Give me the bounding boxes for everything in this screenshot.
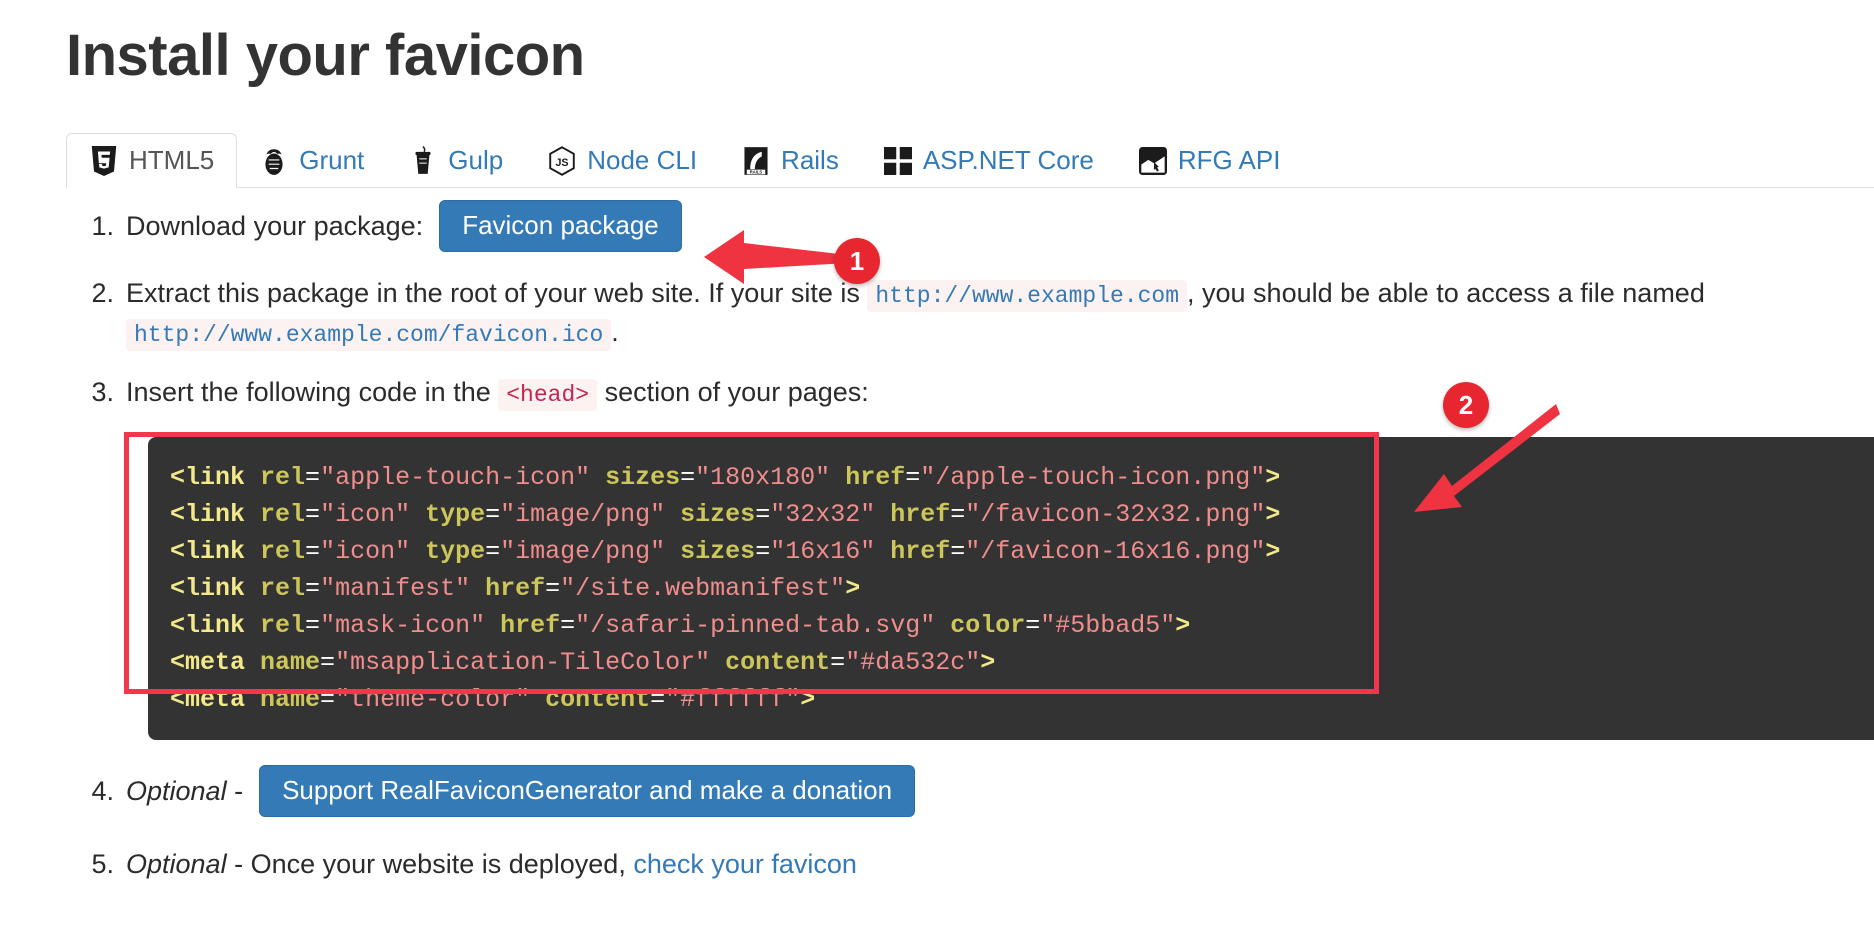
step-number: 1. <box>91 210 114 241</box>
step-4-dash: - <box>234 775 244 806</box>
rails-icon: RAILS <box>741 146 771 176</box>
step-5-dash: - <box>234 849 244 879</box>
tab-label: HTML5 <box>129 145 215 175</box>
step-2: 2. Extract this package in the root of y… <box>66 274 1874 351</box>
tab-gulp[interactable]: Gulp <box>386 133 525 188</box>
install-steps-bottom: 4. Optional - Support RealFaviconGenerat… <box>66 765 1874 883</box>
html5-icon <box>89 145 119 176</box>
tab-html5[interactable]: HTML5 <box>66 133 238 188</box>
step-4: 4. Optional - Support RealFaviconGenerat… <box>66 765 1874 817</box>
step-1-text: Download your package: <box>126 210 424 241</box>
annotation-marker-2: 2 <box>1443 382 1489 428</box>
step-4-optional-label: Optional <box>126 775 227 806</box>
head-tag-code: <head> <box>498 379 598 412</box>
example-site-url-code: http://www.example.com <box>867 280 1188 312</box>
tab-label: ASP.NET Core <box>922 145 1094 175</box>
step-number: 4. <box>91 775 114 806</box>
step-number: 5. <box>91 849 114 879</box>
tab-label: Node CLI <box>587 145 698 175</box>
tab-aspnet-core[interactable]: ASP.NET Core <box>861 133 1116 188</box>
svg-text:RAILS: RAILS <box>750 169 763 174</box>
step-5: 5. Optional - Once your website is deplo… <box>66 845 1874 883</box>
tab-label: Gulp <box>448 145 504 175</box>
framework-tab-strip: HTML5 Grunt Gulp JS Node CLI RAILS Rails… <box>66 133 1874 188</box>
rfg-api-icon <box>1138 146 1168 176</box>
step-2-text-end: . <box>611 316 619 347</box>
step-3: 3. Insert the following code in the <hea… <box>66 373 1874 412</box>
tab-label: Rails <box>781 145 839 175</box>
grunt-icon <box>259 146 289 176</box>
example-favicon-url-code: http://www.example.com/favicon.ico <box>126 318 612 351</box>
tab-node-cli[interactable]: JS Node CLI <box>525 133 719 188</box>
svg-text:JS: JS <box>556 156 569 168</box>
favicon-head-snippet: <link rel="apple-touch-icon" sizes="180x… <box>170 463 1281 714</box>
favicon-package-button[interactable]: Favicon package <box>439 200 682 252</box>
windows-icon <box>883 146 913 176</box>
check-your-favicon-link[interactable]: check your favicon <box>633 849 857 879</box>
step-number: 3. <box>91 377 114 408</box>
step-2-text-middle: , you should be able to access a file na… <box>1187 278 1705 308</box>
tab-label: RFG API <box>1177 145 1281 175</box>
tab-rails[interactable]: RAILS Rails <box>719 133 861 188</box>
step-5-text: Once your website is deployed, <box>250 849 626 879</box>
step-1: 1. Download your package: Favicon packag… <box>66 200 1874 252</box>
nodejs-icon: JS <box>547 145 577 176</box>
page-title: Install your favicon <box>66 23 585 88</box>
tab-rfg-api[interactable]: RFG API <box>1116 133 1303 188</box>
tab-grunt[interactable]: Grunt <box>237 133 386 188</box>
code-block[interactable]: <link rel="apple-touch-icon" sizes="180x… <box>148 437 1874 740</box>
donation-button[interactable]: Support RealFaviconGenerator and make a … <box>259 765 916 817</box>
step-3-text-before: Insert the following code in the <box>126 377 491 408</box>
gulp-icon <box>408 145 438 176</box>
tab-label: Grunt <box>299 145 365 175</box>
install-steps-top: 1. Download your package: Favicon packag… <box>66 196 1874 412</box>
step-number: 2. <box>91 278 114 308</box>
step-5-optional-label: Optional <box>126 849 227 879</box>
step-2-text-before: Extract this package in the root of your… <box>126 278 860 308</box>
annotation-marker-1: 1 <box>834 238 880 284</box>
step-3-text-after: section of your pages: <box>604 377 869 408</box>
